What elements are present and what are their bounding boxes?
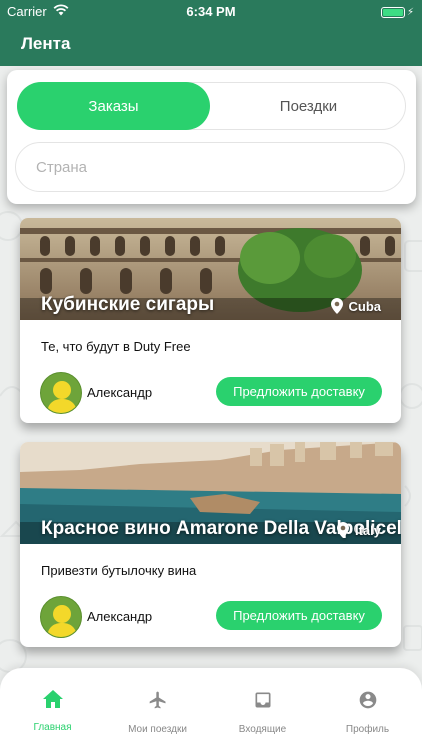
- location-pin-icon: [336, 522, 349, 538]
- tab-home-label: Главная: [33, 722, 72, 733]
- author-name: Александр: [87, 609, 153, 624]
- segmented-control: Заказы Поездки: [17, 82, 406, 130]
- post-location: Cuba: [330, 298, 382, 314]
- airplane-icon: [149, 691, 165, 709]
- tab-inbox-label: Входящие: [238, 724, 287, 735]
- post-location-label: Italy: [354, 522, 381, 538]
- avatar: [40, 372, 82, 414]
- tab-my-trips-label: Мои поездки: [128, 724, 187, 735]
- top-bar: Carrier 6:34 PM ⚡ Лента: [0, 0, 422, 66]
- filter-card: Заказы Поездки: [7, 70, 416, 204]
- post-image: Красное вино Amarone Della Valpolicella …: [20, 442, 401, 544]
- status-bar: Carrier 6:34 PM ⚡: [0, 3, 422, 21]
- tab-profile-label: Профиль: [345, 724, 390, 735]
- post-card[interactable]: Кубинские сигары Cuba Те, что будут в Du…: [20, 218, 401, 423]
- status-time: 6:34 PM: [186, 4, 236, 19]
- wifi-icon: [53, 4, 69, 16]
- bottom-tab-bar: Главная Мои поездки Входящие Профиль: [0, 668, 422, 750]
- tab-trips[interactable]: Поездки: [212, 82, 405, 130]
- avatar: [40, 596, 82, 638]
- account-icon: [359, 691, 376, 709]
- tab-home[interactable]: Главная: [0, 690, 105, 733]
- post-card[interactable]: Красное вино Amarone Della Valpolicella …: [20, 442, 401, 647]
- post-description: Привезти бутылочку вина: [41, 563, 197, 578]
- inbox-icon: [255, 692, 270, 708]
- offer-delivery-button[interactable]: Предложить доставку: [216, 601, 382, 630]
- post-image: Кубинские сигары Cuba: [20, 218, 401, 320]
- page-title: Лента: [21, 34, 71, 53]
- post-description: Те, что будут в Duty Free: [41, 339, 191, 354]
- tab-my-trips[interactable]: Мои поездки: [105, 690, 210, 735]
- location-pin-icon: [330, 298, 343, 314]
- post-location: Italy: [336, 522, 381, 538]
- home-icon: [42, 690, 63, 708]
- carrier-label: Carrier: [7, 4, 47, 19]
- tab-profile[interactable]: Профиль: [315, 690, 420, 735]
- post-location-label: Cuba: [348, 298, 382, 314]
- battery-icon: ⚡: [381, 6, 415, 18]
- offer-delivery-button[interactable]: Предложить доставку: [216, 377, 382, 406]
- tab-orders[interactable]: Заказы: [17, 82, 210, 130]
- tab-inbox[interactable]: Входящие: [210, 690, 315, 735]
- post-title: Кубинские сигары: [41, 294, 215, 315]
- author-name: Александр: [87, 385, 153, 400]
- country-input[interactable]: [15, 142, 405, 192]
